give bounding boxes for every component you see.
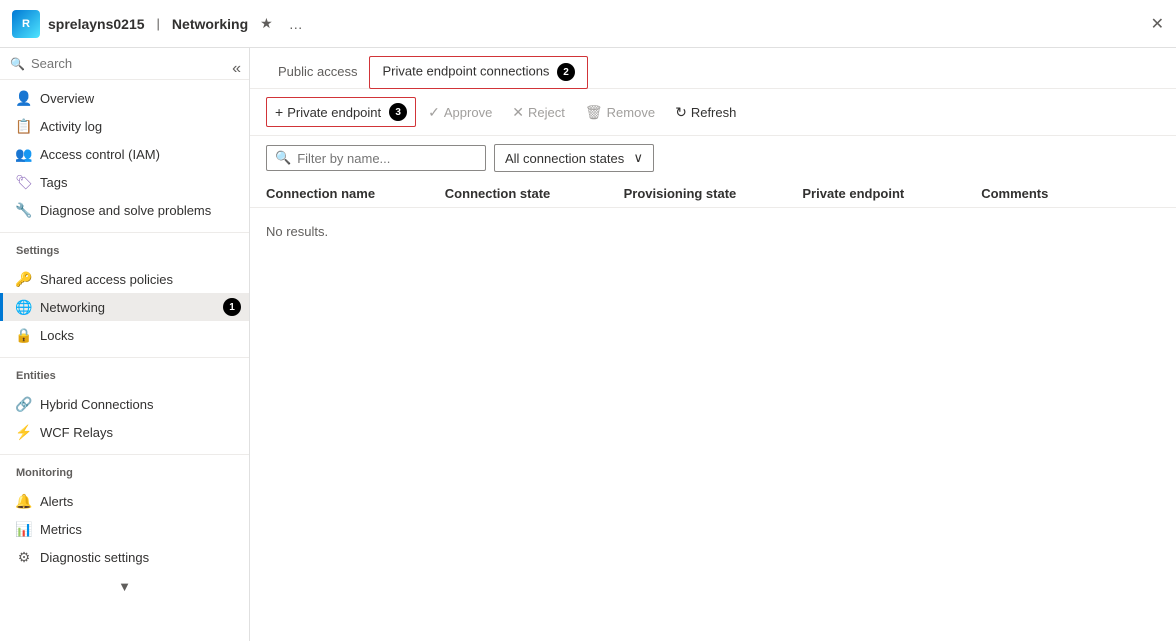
sidebar-item-diagnostic-settings[interactable]: ⚙ Diagnostic settings	[0, 543, 249, 571]
favorite-icon[interactable]: ★	[256, 11, 277, 36]
resource-name: sprelayns0215	[48, 16, 145, 32]
entities-section: 🔗 Hybrid Connections ⚡ WCF Relays	[0, 386, 249, 450]
search-input[interactable]	[31, 56, 239, 71]
sidebar-item-label: Locks	[40, 328, 74, 343]
refresh-button[interactable]: ↻ Refresh	[667, 99, 744, 126]
tabs-bar: Public access Private endpoint connectio…	[250, 48, 1176, 89]
filter-search-icon: 🔍	[275, 150, 291, 166]
chevron-down-icon: ∨	[633, 150, 643, 166]
metrics-icon: 📊	[16, 521, 32, 537]
title-bar: R sprelayns0215 | Networking ★ … ✕	[0, 0, 1176, 48]
refresh-icon: ↻	[675, 104, 687, 121]
search-box[interactable]: 🔍	[0, 48, 249, 80]
add-button-badge: 3	[389, 103, 407, 121]
locks-icon: 🔒	[16, 327, 32, 343]
sidebar-item-label: Diagnostic settings	[40, 550, 149, 565]
hybrid-connections-icon: 🔗	[16, 396, 32, 412]
remove-button[interactable]: 🗑 Remove	[577, 99, 663, 126]
monitoring-section: 🔔 Alerts 📊 Metrics ⚙ Diagnostic settings	[0, 483, 249, 575]
sidebar-item-overview[interactable]: 👤 Overview	[0, 84, 249, 112]
sidebar-item-label: Tags	[40, 175, 67, 190]
sidebar-item-label: WCF Relays	[40, 425, 113, 440]
sidebar-item-label: Shared access policies	[40, 272, 173, 287]
sidebar-item-label: Diagnose and solve problems	[40, 203, 211, 218]
sidebar: 🔍 « 👤 Overview 📋 Activity log 👥 Access c…	[0, 48, 250, 641]
filter-row: 🔍 All connection states ∨	[250, 136, 1176, 180]
reject-icon: ✕	[512, 104, 524, 121]
col-comments: Comments	[981, 186, 1160, 201]
tags-icon: 🏷	[16, 174, 32, 190]
col-provisioning-state: Provisioning state	[624, 186, 803, 201]
monitoring-section-label: Monitoring	[0, 459, 249, 483]
sidebar-item-diagnose[interactable]: 🔧 Diagnose and solve problems	[0, 196, 249, 224]
sidebar-item-locks[interactable]: 🔒 Locks	[0, 321, 249, 349]
col-connection-name: Connection name	[266, 186, 445, 201]
approve-button[interactable]: ✓ Approve	[420, 99, 500, 126]
no-results-text: No results.	[250, 208, 1176, 255]
sidebar-item-label: Overview	[40, 91, 94, 106]
sidebar-item-networking[interactable]: 🌐 Networking 1	[0, 293, 249, 321]
sidebar-item-label: Metrics	[40, 522, 82, 537]
col-private-endpoint: Private endpoint	[802, 186, 981, 201]
tab-private-endpoint[interactable]: Private endpoint connections 2	[369, 56, 588, 89]
networking-badge: 1	[223, 298, 241, 316]
diagnose-icon: 🔧	[16, 202, 32, 218]
approve-icon: ✓	[428, 104, 440, 121]
search-icon: 🔍	[10, 57, 25, 71]
scroll-down-indicator: ▼	[0, 575, 249, 598]
alerts-icon: 🔔	[16, 493, 32, 509]
page-title: Networking	[172, 16, 248, 32]
settings-section-label: Settings	[0, 237, 249, 261]
title-separator: |	[157, 16, 160, 31]
tab-public-access[interactable]: Public access	[266, 56, 369, 89]
nav-section: 👤 Overview 📋 Activity log 👥 Access contr…	[0, 80, 249, 228]
sidebar-item-hybrid-connections[interactable]: 🔗 Hybrid Connections	[0, 390, 249, 418]
close-icon[interactable]: ✕	[1151, 14, 1164, 34]
sidebar-item-activity-log[interactable]: 📋 Activity log	[0, 112, 249, 140]
shared-access-icon: 🔑	[16, 271, 32, 287]
sidebar-item-label: Networking	[40, 300, 105, 315]
access-control-icon: 👥	[16, 146, 32, 162]
sidebar-item-tags[interactable]: 🏷 Tags	[0, 168, 249, 196]
plus-icon: +	[275, 104, 283, 120]
add-private-endpoint-button[interactable]: + Private endpoint 3	[266, 97, 416, 127]
activity-log-icon: 📋	[16, 118, 32, 134]
col-connection-state: Connection state	[445, 186, 624, 201]
main-content: 🔍 « 👤 Overview 📋 Activity log 👥 Access c…	[0, 48, 1176, 641]
sidebar-item-alerts[interactable]: 🔔 Alerts	[0, 487, 249, 515]
sidebar-item-label: Activity log	[40, 119, 102, 134]
networking-icon: 🌐	[16, 299, 32, 315]
sidebar-item-label: Alerts	[40, 494, 73, 509]
more-options-icon[interactable]: …	[285, 12, 307, 36]
overview-icon: 👤	[16, 90, 32, 106]
diagnostic-settings-icon: ⚙	[16, 549, 32, 565]
content-area: Public access Private endpoint connectio…	[250, 48, 1176, 641]
sidebar-item-metrics[interactable]: 📊 Metrics	[0, 515, 249, 543]
table-header: Connection name Connection state Provisi…	[250, 180, 1176, 208]
sidebar-item-wcf-relays[interactable]: ⚡ WCF Relays	[0, 418, 249, 446]
toolbar: + Private endpoint 3 ✓ Approve ✕ Reject …	[250, 89, 1176, 136]
settings-section: 🔑 Shared access policies 🌐 Networking 1 …	[0, 261, 249, 353]
filter-by-name-input[interactable]	[297, 151, 477, 166]
connection-state-dropdown[interactable]: All connection states ∨	[494, 144, 654, 172]
reject-button[interactable]: ✕ Reject	[504, 99, 573, 126]
entities-section-label: Entities	[0, 362, 249, 386]
app-logo: R	[12, 10, 40, 38]
wcf-relays-icon: ⚡	[16, 424, 32, 440]
sidebar-item-label: Access control (IAM)	[40, 147, 160, 162]
trash-icon: 🗑	[585, 104, 603, 121]
sidebar-item-access-control[interactable]: 👥 Access control (IAM)	[0, 140, 249, 168]
private-endpoint-tab-badge: 2	[557, 63, 575, 81]
filter-input-container[interactable]: 🔍	[266, 145, 486, 171]
collapse-sidebar-button[interactable]: «	[224, 56, 249, 82]
sidebar-item-shared-access[interactable]: 🔑 Shared access policies	[0, 265, 249, 293]
sidebar-item-label: Hybrid Connections	[40, 397, 153, 412]
